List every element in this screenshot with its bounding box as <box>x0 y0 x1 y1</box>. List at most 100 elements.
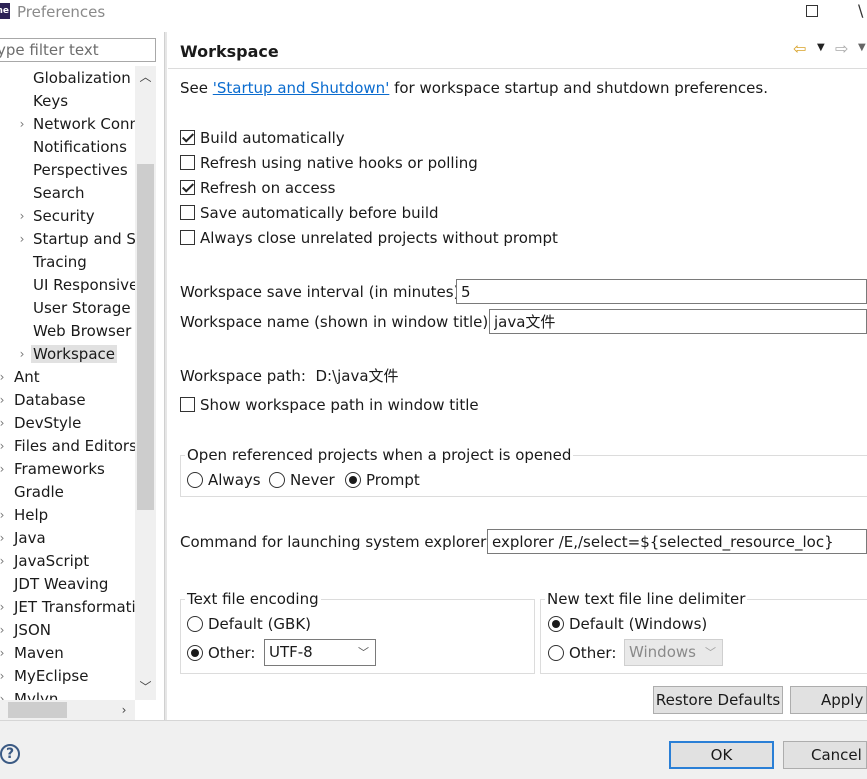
tree-item-label: Search <box>33 184 85 202</box>
chevron-right-icon[interactable]: › <box>113 700 135 720</box>
startup-shutdown-note: See 'Startup and Shutdown' for workspace… <box>180 79 768 97</box>
delimiter-other-radio[interactable]: Other: <box>548 642 616 664</box>
chevron-right-icon[interactable]: › <box>17 205 27 228</box>
tree-item[interactable]: Globalization <box>31 67 133 90</box>
filter-input[interactable] <box>0 38 156 62</box>
forward-arrow-icon[interactable]: ⇨ <box>835 39 848 58</box>
system-explorer-input[interactable] <box>487 529 867 554</box>
chevron-right-icon[interactable]: › <box>0 412 7 435</box>
tree-item[interactable]: › Ant <box>0 366 42 389</box>
help-icon[interactable]: ? <box>0 744 20 764</box>
tree-item[interactable]: Gradle <box>12 481 66 504</box>
save-before-build-checkbox[interactable]: Save automatically before build <box>180 202 439 224</box>
text-file-encoding-title: Text file encoding <box>185 589 321 609</box>
forward-history-dropdown-icon[interactable]: ▼ <box>858 42 866 53</box>
tree-item-label: Gradle <box>14 483 64 501</box>
tree-item[interactable]: › Java <box>0 527 48 550</box>
tree-item[interactable]: Perspectives <box>31 159 130 182</box>
tree-item[interactable]: › Help <box>0 504 50 527</box>
chevron-up-icon[interactable]: ︿ <box>135 66 156 88</box>
chevron-right-icon[interactable]: › <box>17 113 27 136</box>
chevron-right-icon[interactable]: › <box>0 366 7 389</box>
tree-item[interactable]: › DevStyle <box>0 412 83 435</box>
tree-item[interactable]: › Maven <box>0 642 66 665</box>
encoding-other-radio[interactable]: Other: <box>187 642 255 664</box>
save-interval-input[interactable] <box>456 279 867 304</box>
apply-button[interactable]: Apply <box>790 686 867 714</box>
tree-item[interactable]: › Frameworks <box>0 458 107 481</box>
tree-item[interactable]: › JSON <box>0 619 53 642</box>
tree-item[interactable]: › Startup and Sh <box>20 228 135 251</box>
open-ref-never-radio[interactable]: Never <box>269 469 335 491</box>
tree-item[interactable]: User Storage S <box>31 297 135 320</box>
tree-item-label: Java <box>14 529 46 547</box>
chevron-down-icon: ﹀ <box>705 646 716 659</box>
pane-divider[interactable] <box>164 32 167 720</box>
tree-item[interactable]: UI Responsive <box>31 274 135 297</box>
tree-item-label: Keys <box>33 92 69 110</box>
tree-item-label: Maven <box>14 644 64 662</box>
tree-item-label: Files and Editors <box>14 437 135 455</box>
tree-item[interactable]: › Database <box>0 389 88 412</box>
tree-item[interactable]: Tracing <box>31 251 89 274</box>
line-delimiter-title: New text file line delimiter <box>545 589 748 609</box>
chevron-right-icon[interactable]: › <box>0 642 7 665</box>
tree-item[interactable]: Notifications <box>31 136 129 159</box>
tree-item[interactable]: › Security <box>20 205 97 228</box>
tree-item[interactable]: Search <box>31 182 87 205</box>
maximize-icon[interactable] <box>806 5 818 17</box>
chevron-right-icon[interactable]: › <box>0 435 7 458</box>
chevron-right-icon[interactable]: › <box>17 228 27 251</box>
chevron-right-icon[interactable]: › <box>0 550 7 573</box>
startup-shutdown-link[interactable]: 'Startup and Shutdown' <box>213 79 390 97</box>
chevron-right-icon[interactable]: › <box>0 527 7 550</box>
tree-item[interactable]: › Files and Editors <box>0 435 135 458</box>
chevron-right-icon[interactable]: › <box>0 665 7 688</box>
delimiter-default-radio[interactable]: Default (Windows) <box>548 613 707 635</box>
refresh-on-access-checkbox[interactable]: Refresh on access <box>180 177 335 199</box>
build-automatically-checkbox[interactable]: Build automatically <box>180 127 345 149</box>
tree-item-label: Startup and Sh <box>33 230 135 248</box>
chevron-right-icon[interactable]: › <box>0 389 7 412</box>
ok-button[interactable]: OK <box>669 741 774 769</box>
tree-item[interactable]: › Network Conn <box>20 113 135 136</box>
tree-item-label: MyEclipse <box>14 667 89 685</box>
tree-horizontal-scroll-thumb[interactable] <box>8 702 67 718</box>
tree-vertical-scroll-thumb[interactable] <box>137 164 154 510</box>
tree-item[interactable]: › JavaScript <box>0 550 91 573</box>
cancel-button[interactable]: Cancel <box>783 741 867 769</box>
app-logo-icon: ne <box>0 3 10 19</box>
chevron-right-icon[interactable]: › <box>0 458 7 481</box>
chevron-right-icon[interactable]: › <box>0 596 7 619</box>
open-referenced-projects-title: Open referenced projects when a project … <box>185 445 574 465</box>
window-title: Preferences <box>17 3 106 21</box>
open-ref-always-radio[interactable]: Always <box>187 469 261 491</box>
chevron-down-icon[interactable]: ﹀ <box>135 676 156 698</box>
tree-item-label: Notifications <box>33 138 127 156</box>
encoding-default-radio[interactable]: Default (GBK) <box>187 613 311 635</box>
open-ref-prompt-radio[interactable]: Prompt <box>345 469 420 491</box>
title-bar <box>0 0 867 24</box>
tree-item[interactable]: JDT Weaving <box>12 573 110 596</box>
chevron-right-icon[interactable]: › <box>0 504 7 527</box>
encoding-select[interactable]: UTF-8 ﹀ <box>264 639 376 666</box>
show-workspace-path-checkbox[interactable]: Show workspace path in window title <box>180 394 479 416</box>
tree-item-label: Tracing <box>33 253 87 271</box>
chevron-right-icon[interactable]: › <box>17 343 27 366</box>
workspace-name-input[interactable] <box>489 309 867 334</box>
close-unrelated-projects-checkbox[interactable]: Always close unrelated projects without … <box>180 227 558 249</box>
restore-defaults-button[interactable]: Restore Defaults <box>653 686 783 714</box>
tree-item[interactable]: Keys <box>31 90 70 113</box>
tree-item[interactable]: › JET Transformati <box>0 596 135 619</box>
tree-item-label: JDT Weaving <box>14 575 109 593</box>
close-icon[interactable]: \ <box>858 0 863 22</box>
tree-item[interactable]: › Workspace <box>20 343 117 366</box>
refresh-native-hooks-checkbox[interactable]: Refresh using native hooks or polling <box>180 152 478 174</box>
tree-item[interactable]: › MyEclipse <box>0 665 90 688</box>
back-arrow-icon[interactable]: ⇦ <box>793 39 806 58</box>
workspace-name-label: Workspace name (shown in window title): <box>180 313 494 331</box>
back-history-dropdown-icon[interactable]: ▼ <box>817 42 825 53</box>
preference-tree-pane: Globalization Keys › Network Conn Notificati… <box>0 36 156 720</box>
chevron-right-icon[interactable]: › <box>0 619 7 642</box>
tree-item[interactable]: Web Browser <box>31 320 133 343</box>
